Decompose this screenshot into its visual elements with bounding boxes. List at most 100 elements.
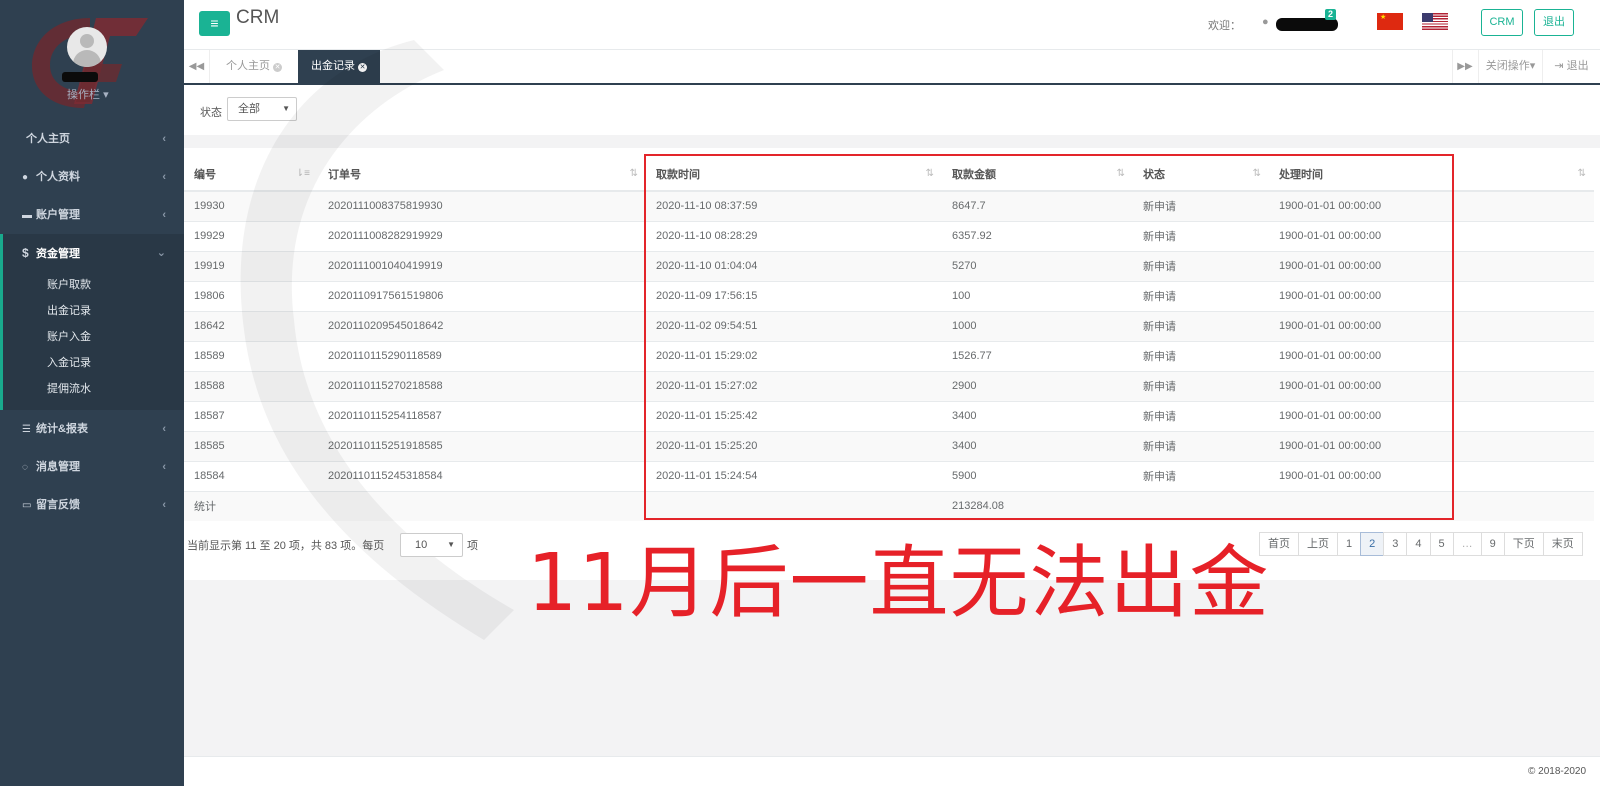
crm-button[interactable]: CRM bbox=[1481, 9, 1523, 36]
status-filter-value: 全部 bbox=[238, 103, 260, 115]
table-cell: 18584 bbox=[184, 460, 318, 491]
funds-submenu: 账户取款 出金记录 账户入金 入金记录 提佣流水 bbox=[0, 272, 184, 410]
tabs-scroll-left-icon[interactable]: ◀◀ bbox=[184, 50, 210, 83]
table-cell: 19929 bbox=[184, 220, 318, 251]
sidebar-item-profile[interactable]: ● 个人资料 ‹ bbox=[0, 158, 184, 196]
status-filter-select[interactable]: 全部 ▼ bbox=[227, 97, 297, 121]
page-button[interactable]: 3 bbox=[1383, 532, 1408, 556]
subnav-deposit-records[interactable]: 入金记录 bbox=[3, 350, 184, 376]
notification-badge[interactable]: 2 bbox=[1325, 9, 1337, 20]
page-button[interactable]: 9 bbox=[1480, 532, 1505, 556]
sort-icon[interactable]: ⇅ bbox=[1578, 168, 1586, 179]
table-cell: 2020110115270218588 bbox=[318, 370, 646, 401]
user-icon: ● bbox=[1262, 16, 1269, 28]
table-cell: 1526.77 bbox=[942, 340, 1133, 371]
column-header-process-time[interactable]: 处理时间 ⇅ bbox=[1269, 158, 1594, 192]
table-cell: 1900-01-01 00:00:00 bbox=[1269, 250, 1594, 281]
flag-canton bbox=[1422, 13, 1433, 22]
sidebar-item-accounts[interactable]: ▬ 账户管理 ‹ bbox=[0, 196, 184, 234]
spacer bbox=[184, 135, 1600, 148]
table-cell: 新申请 bbox=[1133, 220, 1269, 251]
caret-down-icon: ▾ bbox=[1529, 60, 1536, 72]
sidebar-item-label: 消息管理 bbox=[36, 461, 80, 473]
sidebar: 操作栏 ▾ 个人主页 ‹ ● 个人资料 ‹ ▬ 账户管理 ‹ $ 资金管理 ⌄ 账户取款 出金… bbox=[0, 0, 184, 786]
status-filter-label: 状态 bbox=[200, 107, 222, 119]
page-button[interactable]: 上页 bbox=[1298, 532, 1338, 556]
table-cell: 2020110209545018642 bbox=[318, 310, 646, 341]
chevron-left-icon: ‹ bbox=[162, 171, 166, 183]
column-header-label: 处理时间 bbox=[1279, 169, 1323, 181]
caret-down-icon: ▼ bbox=[447, 540, 455, 549]
close-operations-dropdown[interactable]: 关闭操作▾ bbox=[1478, 50, 1542, 83]
subnav-withdraw[interactable]: 账户取款 bbox=[3, 272, 184, 298]
sidebar-item-label: 个人资料 bbox=[36, 171, 80, 183]
us-flag-icon[interactable] bbox=[1422, 13, 1448, 30]
profile-menu[interactable]: 操作栏 ▾ bbox=[67, 86, 109, 102]
tab-home[interactable]: 个人主页 ✕ bbox=[213, 50, 295, 83]
table-cell: 2020-11-01 15:27:02 bbox=[646, 370, 942, 401]
close-icon[interactable]: ✕ bbox=[273, 63, 282, 72]
avatar-body bbox=[73, 50, 101, 67]
page-button[interactable]: 下页 bbox=[1503, 532, 1544, 556]
column-header-status[interactable]: 状态 ⇅ bbox=[1133, 158, 1269, 192]
table-cell: 1900-01-01 00:00:00 bbox=[1269, 190, 1594, 221]
page-button[interactable]: 4 bbox=[1406, 532, 1431, 556]
close-icon[interactable]: ✕ bbox=[358, 63, 367, 72]
column-header-withdraw-time[interactable]: 取款时间 ⇅ bbox=[646, 158, 942, 192]
china-flag-icon[interactable]: ★ bbox=[1377, 13, 1403, 30]
sidebar-item-funds[interactable]: $ 资金管理 ⌄ bbox=[0, 234, 184, 272]
page-button[interactable]: 5 bbox=[1429, 532, 1454, 556]
sidebar-item-messages[interactable]: ◌ 消息管理 ‹ bbox=[0, 448, 184, 486]
avatar[interactable] bbox=[67, 27, 107, 67]
table-cell: 2020110917561519806 bbox=[318, 280, 646, 311]
page-button[interactable]: 1 bbox=[1337, 532, 1362, 556]
table-row[interactable]: 18588 2020110115270218588 2020-11-01 15:27… bbox=[184, 370, 1594, 401]
table-row[interactable]: 18584 2020110115245318584 2020-11-01 15:24… bbox=[184, 460, 1594, 491]
table-row[interactable]: 19919 2020111001040419919 2020-11-10 01:04… bbox=[184, 250, 1594, 281]
tab-withdraw-records[interactable]: 出金记录 ✕ bbox=[298, 50, 380, 83]
tabs-scroll-right-icon[interactable]: ▶▶ bbox=[1452, 50, 1477, 83]
table-cell: 1900-01-01 00:00:00 bbox=[1269, 370, 1594, 401]
sidebar-item-reports[interactable]: ☰ 统计&报表 ‹ bbox=[0, 410, 184, 448]
table-cell: 2020110115251918585 bbox=[318, 430, 646, 461]
table-row[interactable]: 18642 2020110209545018642 2020-11-02 09:54… bbox=[184, 310, 1594, 341]
sidebar-item-home[interactable]: 个人主页 ‹ bbox=[0, 120, 184, 158]
subnav-withdraw-records[interactable]: 出金记录 bbox=[3, 298, 184, 324]
sort-icon[interactable]: ⇅ bbox=[630, 168, 638, 179]
sidebar-item-label: 账户管理 bbox=[36, 209, 80, 221]
column-header-amount[interactable]: 取款金额 ⇅ bbox=[942, 158, 1133, 192]
table-cell: 新申请 bbox=[1133, 340, 1269, 371]
table-cell: 19806 bbox=[184, 280, 318, 311]
subnav-commission-flow[interactable]: 提佣流水 bbox=[3, 376, 184, 402]
page-button[interactable]: 2 bbox=[1360, 532, 1385, 556]
table-cell: 2020110115290118589 bbox=[318, 340, 646, 371]
sort-icon[interactable]: ⇅ bbox=[1117, 168, 1125, 179]
table-cell: 1900-01-01 00:00:00 bbox=[1269, 280, 1594, 311]
sort-icon[interactable]: ⇅ bbox=[926, 168, 934, 179]
column-header-order-no[interactable]: 订单号 ⇅ bbox=[318, 158, 646, 192]
sort-desc-icon[interactable]: ⇂≡ bbox=[296, 168, 310, 179]
table-row[interactable]: 18587 2020110115254118587 2020-11-01 15:25… bbox=[184, 400, 1594, 431]
column-header-id[interactable]: 编号 ⇂≡ bbox=[184, 158, 318, 192]
sidebar-item-label: 资金管理 bbox=[36, 248, 80, 260]
table-cell: 2020110115254118587 bbox=[318, 400, 646, 431]
menu-toggle-button[interactable]: ≡ bbox=[199, 11, 230, 36]
tabs-exit-button[interactable]: ⇥ 退出 bbox=[1542, 50, 1600, 83]
table-cell: 2020-11-01 15:25:20 bbox=[646, 430, 942, 461]
table-cell bbox=[646, 490, 942, 521]
table-row[interactable]: 19930 2020111008375819930 2020-11-10 08:37… bbox=[184, 190, 1594, 221]
sidebar-item-feedback[interactable]: ▭ 留言反馈 ‹ bbox=[0, 486, 184, 524]
profile-menu-label: 操作栏 bbox=[67, 89, 100, 101]
table-row[interactable]: 18589 2020110115290118589 2020-11-01 15:29… bbox=[184, 340, 1594, 371]
table-cell: 2020110115245318584 bbox=[318, 460, 646, 491]
subnav-deposit[interactable]: 账户入金 bbox=[3, 324, 184, 350]
page-button[interactable]: 末页 bbox=[1542, 532, 1583, 556]
table-row[interactable]: 19806 2020110917561519806 2020-11-09 17:56… bbox=[184, 280, 1594, 311]
page-button: … bbox=[1452, 532, 1482, 556]
table-row[interactable]: 18585 2020110115251918585 2020-11-01 15:25… bbox=[184, 430, 1594, 461]
logout-button[interactable]: 退出 bbox=[1534, 9, 1574, 36]
table-row[interactable]: 19929 2020111008282919929 2020-11-10 08:28… bbox=[184, 220, 1594, 251]
page-size-select[interactable]: 10 ▼ bbox=[400, 533, 463, 557]
sort-icon[interactable]: ⇅ bbox=[1253, 168, 1261, 179]
table-cell: 2020111008282919929 bbox=[318, 220, 646, 251]
